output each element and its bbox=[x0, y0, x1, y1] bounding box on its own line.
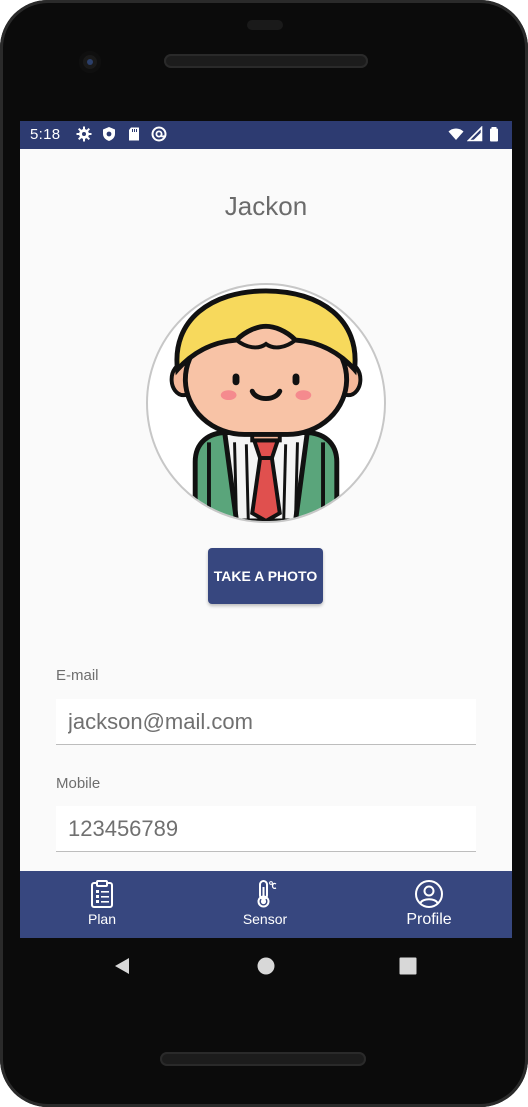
mobile-label: Mobile bbox=[56, 775, 101, 792]
boy-avatar-icon bbox=[169, 288, 363, 521]
nav-item-profile[interactable]: Profile bbox=[396, 871, 462, 938]
clipboard-icon bbox=[91, 880, 113, 908]
nav-item-sensor[interactable]: Sensor bbox=[234, 871, 296, 938]
email-label: E-mail bbox=[56, 667, 99, 684]
bottom-navigation: Plan Sensor Profile bbox=[20, 871, 512, 938]
front-camera bbox=[79, 51, 101, 73]
nav-label-sensor: Sensor bbox=[242, 911, 288, 927]
app-screen: 5:18 Jackon TAKE A PHOTO E-mail jackson@… bbox=[20, 121, 512, 938]
thermometer-icon bbox=[257, 880, 277, 908]
sd-card-icon bbox=[129, 127, 139, 141]
battery-icon bbox=[490, 127, 498, 142]
status-time: 5:18 bbox=[30, 126, 61, 143]
earpiece-speaker bbox=[164, 54, 368, 68]
home-circle-icon[interactable] bbox=[256, 956, 276, 976]
bottom-speaker bbox=[160, 1052, 366, 1066]
profile-avatar[interactable] bbox=[146, 283, 386, 523]
gear-icon bbox=[76, 126, 92, 142]
nav-label-plan: Plan bbox=[87, 911, 117, 927]
user-circle-icon bbox=[415, 880, 443, 908]
take-photo-button[interactable]: TAKE A PHOTO bbox=[208, 548, 323, 604]
nav-label-profile: Profile bbox=[406, 911, 452, 928]
at-sign-icon bbox=[151, 126, 167, 142]
nav-item-plan[interactable]: Plan bbox=[72, 871, 132, 938]
status-bar: 5:18 bbox=[20, 121, 512, 149]
mobile-field[interactable] bbox=[56, 806, 476, 852]
wifi-icon bbox=[448, 128, 464, 140]
shield-icon bbox=[103, 127, 115, 141]
proximity-sensor bbox=[247, 20, 283, 30]
back-triangle-icon[interactable] bbox=[112, 956, 132, 976]
recents-square-icon[interactable] bbox=[398, 956, 418, 976]
email-field[interactable] bbox=[56, 699, 476, 745]
system-navigation-bar bbox=[20, 938, 512, 996]
phone-frame: 5:18 Jackon TAKE A PHOTO E-mail jackson@… bbox=[0, 0, 528, 1107]
profile-name: Jackon bbox=[224, 191, 308, 221]
signal-icon bbox=[467, 126, 483, 142]
